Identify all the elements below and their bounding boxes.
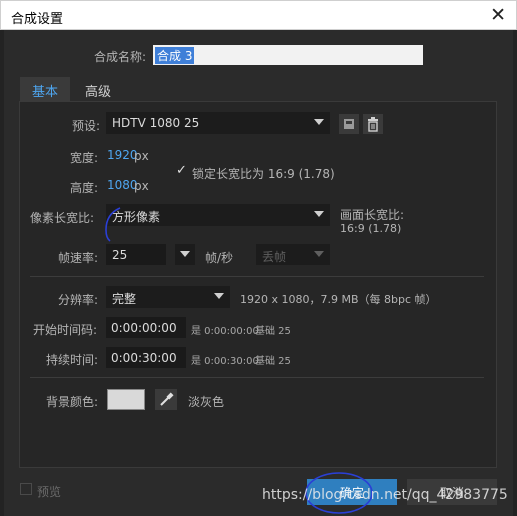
comp-name-input[interactable]: 合成 3	[153, 45, 423, 65]
width-value[interactable]: 1920	[107, 148, 138, 162]
lock-aspect-checkbox[interactable]: ✓	[176, 163, 187, 178]
drop-frame-dropdown: 丢帧	[256, 244, 330, 265]
comp-name-label: 合成名称:	[94, 50, 147, 64]
resolution-info: 1920 x 1080，7.9 MB（每 8bpc 帧）	[240, 293, 437, 306]
divider	[30, 276, 484, 277]
resolution-dropdown[interactable]: 完整	[106, 286, 230, 308]
start-timecode-info: 是 0:00:00:00	[191, 326, 259, 337]
start-timecode-label: 开始时间码:	[33, 323, 98, 337]
annotation-arc	[105, 207, 121, 242]
chevron-down-icon	[314, 211, 324, 217]
title-bar: 合成设置 ✕	[0, 0, 517, 30]
tab-basic[interactable]: 基本	[20, 77, 70, 101]
preview-label: 预览	[37, 485, 62, 499]
width-unit: px	[134, 149, 149, 163]
resolution-value: 完整	[112, 292, 137, 306]
duration-value: 0:00:30:00	[111, 351, 177, 365]
height-value[interactable]: 1080	[107, 178, 138, 192]
background-color-swatch[interactable]	[107, 389, 145, 410]
drop-frame-value: 丢帧	[262, 250, 287, 264]
background-color-name: 淡灰色	[188, 395, 225, 409]
duration-base: 基础 25	[255, 356, 291, 367]
lock-aspect-label: 锁定长宽比为 16:9 (1.78)	[192, 167, 335, 181]
height-unit: px	[134, 179, 149, 193]
pixel-aspect-label: 像素长宽比:	[30, 211, 95, 225]
watermark: https://blog.csdn.net/qq_42983775	[262, 487, 508, 503]
chevron-down-icon	[314, 251, 324, 257]
eyedropper-icon[interactable]	[155, 389, 177, 410]
width-label: 宽度:	[70, 151, 99, 165]
background-color-label: 背景颜色:	[46, 395, 99, 409]
frame-aspect-label: 画面长宽比:	[340, 208, 405, 222]
start-timecode-value: 0:00:00:00	[111, 321, 177, 335]
frame-aspect-value: 16:9 (1.78)	[340, 222, 402, 235]
chevron-down-icon	[314, 119, 324, 125]
height-label: 高度:	[70, 181, 99, 195]
frame-rate-label: 帧速率:	[58, 251, 99, 265]
resolution-label: 分辨率:	[58, 293, 99, 307]
duration-label: 持续时间:	[46, 353, 99, 367]
frame-rate-value: 25	[112, 248, 128, 262]
window-title: 合成设置	[11, 12, 64, 27]
close-icon[interactable]: ✕	[490, 4, 506, 26]
chevron-down-icon	[180, 251, 190, 257]
trash-icon[interactable]	[363, 114, 383, 134]
save-preset-icon[interactable]	[339, 114, 359, 134]
start-timecode-input[interactable]: 0:00:00:00	[106, 317, 186, 338]
pixel-aspect-dropdown[interactable]: 方形像素	[106, 204, 330, 226]
preset-value: HDTV 1080 25	[112, 116, 200, 130]
start-timecode-base: 基础 25	[255, 326, 291, 337]
frame-rate-input[interactable]: 25	[106, 244, 166, 265]
preset-dropdown[interactable]: HDTV 1080 25	[106, 112, 330, 134]
comp-name-selected-text: 合成 3	[155, 47, 195, 64]
chevron-down-icon	[214, 293, 224, 299]
tab-advanced[interactable]: 高级	[72, 77, 124, 101]
duration-input[interactable]: 0:00:30:00	[106, 347, 186, 368]
divider	[30, 377, 484, 378]
frame-rate-dropdown[interactable]	[175, 244, 195, 265]
duration-info: 是 0:00:30:00	[191, 356, 259, 367]
preview-checkbox[interactable]	[20, 483, 32, 495]
frame-rate-unit: 帧/秒	[205, 251, 234, 265]
preset-label: 预设:	[72, 119, 101, 133]
